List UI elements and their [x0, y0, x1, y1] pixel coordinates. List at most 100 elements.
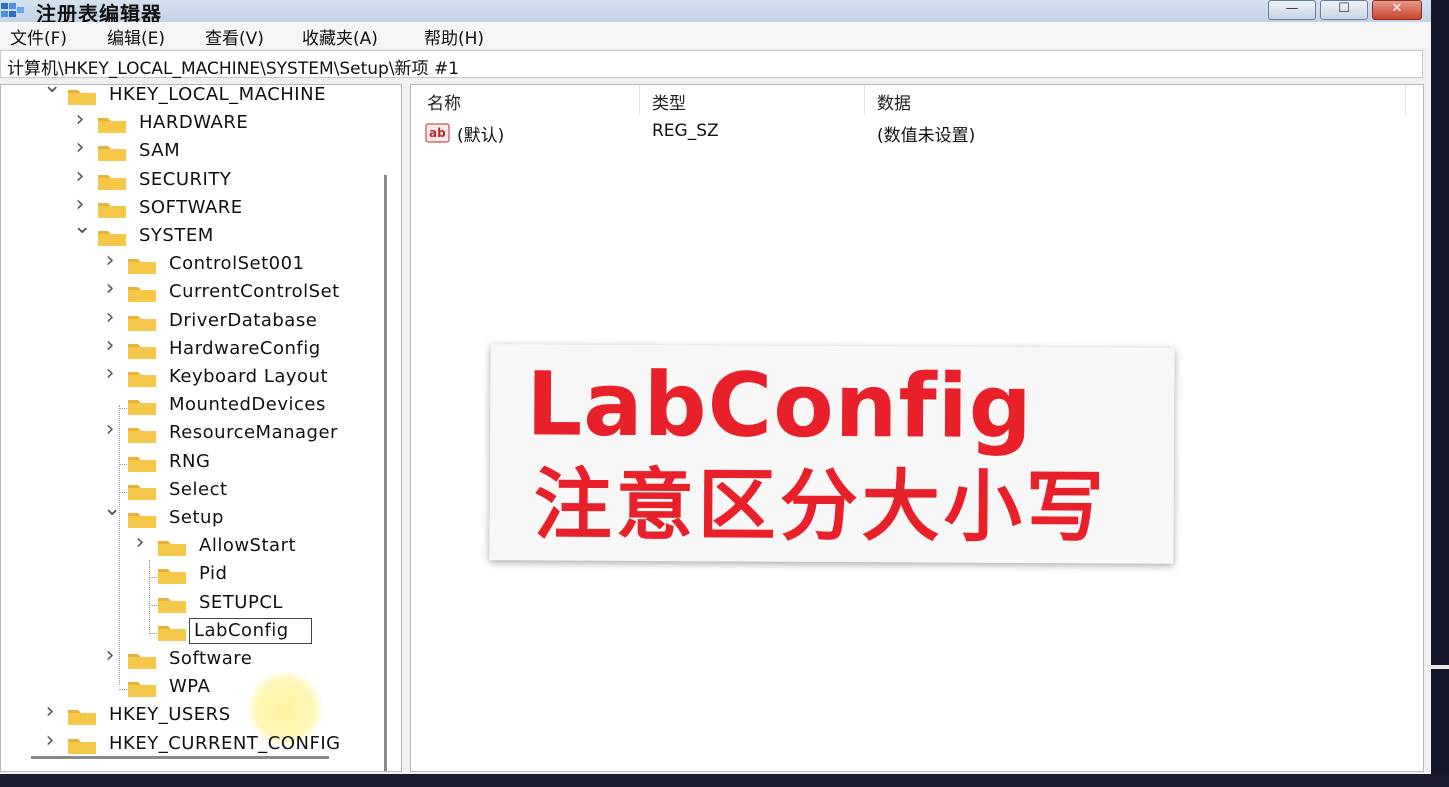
value-name[interactable]: (默认) [457, 121, 504, 146]
tree-item-keyboard-layout[interactable]: › Keyboard Layout [1, 363, 401, 391]
tree-item-label: SECURITY [139, 168, 232, 190]
tree-item-hardwareconfig[interactable]: › HardwareConfig [1, 334, 401, 363]
tree-item-label: HKEY_CURRENT_CONFIG [109, 732, 341, 754]
tree-item-driverdatabase[interactable]: › DriverDatabase [1, 306, 401, 335]
address-path[interactable]: 计算机\HKEY_LOCAL_MACHINE\SYSTEM\Setup\新项 #… [7, 54, 459, 79]
chevron-down-icon[interactable]: ⌄ [103, 498, 121, 520]
registry-app-icon [1, 3, 24, 17]
column-divider[interactable] [1405, 85, 1406, 115]
tree-item-label: ResourceManager [169, 422, 338, 444]
tree-item-currentcontrolset[interactable]: › CurrentControlSet [1, 278, 401, 306]
chevron-right-icon[interactable]: › [73, 109, 87, 131]
folder-icon [127, 341, 157, 360]
key-tree-pane[interactable]: ⌄ HKEY_LOCAL_MACHINE › HARDWARE › SAM › SECURIT… [0, 84, 402, 772]
folder-icon [127, 651, 157, 670]
caption-case-note: 注意区分大小写 [533, 460, 1108, 554]
registry-editor-window: 注册表编辑器 — ☐ ✕ 文件(F) 编辑(E) 查看(V) 收藏夹(A) 帮助… [0, 0, 1431, 776]
tree-item-hardware[interactable]: › HARDWARE [1, 109, 401, 137]
tree-item-security[interactable]: › SECURITY [1, 165, 401, 194]
menu-view[interactable]: 查看(V) [205, 24, 264, 49]
menu-help[interactable]: 帮助(H) [424, 24, 484, 49]
folder-icon [127, 369, 157, 388]
tree-item-label: WPA [169, 676, 211, 698]
chevron-right-icon[interactable]: › [103, 250, 117, 272]
folder-icon [97, 143, 127, 162]
column-divider[interactable] [864, 85, 865, 115]
tree-item-label: Pid [199, 563, 228, 585]
tree-item-label: ControlSet001 [169, 253, 305, 275]
tree-item-label: CurrentControlSet [169, 281, 340, 303]
tree-item-rng[interactable]: RNG [1, 450, 401, 476]
string-value-icon: ab [425, 123, 450, 143]
column-header-type[interactable]: 类型 [652, 89, 686, 114]
minimize-button[interactable]: — [1268, 0, 1316, 20]
tree-item-label: MountedDevices [169, 394, 326, 416]
tree-item-label: Setup [169, 507, 224, 528]
tree-item-wpa[interactable]: WPA [1, 675, 401, 701]
menu-edit[interactable]: 编辑(E) [107, 24, 165, 49]
tree-item-labconfig[interactable]: LabConfig [1, 617, 401, 645]
tree-item-controlset001[interactable]: › ControlSet001 [1, 250, 401, 278]
folder-icon [157, 538, 187, 557]
tree-item-hkey-users[interactable]: › HKEY_USERS [1, 701, 401, 729]
folder-icon [127, 510, 157, 529]
title-bar[interactable]: 注册表编辑器 — ☐ ✕ [0, 0, 1431, 26]
column-header-data[interactable]: 数据 [877, 89, 911, 114]
chevron-right-icon[interactable]: › [103, 645, 117, 667]
caption-overlay: LabConfig 注意区分大小写 [489, 344, 1175, 564]
folder-icon [97, 172, 127, 191]
tree-item-label: SYSTEM [139, 225, 214, 246]
tree-item-label: HKEY_USERS [109, 704, 231, 726]
tree-item-pid[interactable]: Pid [1, 562, 401, 588]
maximize-button[interactable]: ☐ [1320, 0, 1368, 20]
tree-item-system[interactable]: ⌄ SYSTEM [1, 216, 401, 250]
tree-item-label: DriverDatabase [169, 309, 318, 331]
tree-item-hkey-local-machine[interactable]: ⌄ HKEY_LOCAL_MACHINE [1, 85, 401, 109]
chevron-down-icon[interactable]: ⌄ [73, 216, 91, 238]
value-data: (数值未设置) [877, 126, 976, 146]
column-header-name[interactable]: 名称 [427, 89, 461, 114]
tree-item-resourcemanager[interactable]: › ResourceManager [1, 419, 401, 447]
tree-item-software[interactable]: › Software [1, 645, 401, 673]
tree-item-label: SAM [139, 140, 181, 162]
folder-icon [157, 595, 187, 614]
menu-file[interactable]: 文件(F) [10, 24, 67, 49]
folder-icon [127, 679, 157, 698]
tree-item-label: Keyboard Layout [169, 366, 329, 387]
chevron-right-icon[interactable]: › [73, 137, 87, 159]
folder-icon [127, 313, 157, 332]
chevron-right-icon[interactable]: › [103, 334, 117, 356]
chevron-right-icon[interactable]: › [73, 165, 87, 187]
rename-key-field[interactable]: LabConfig [189, 617, 312, 644]
column-divider[interactable] [639, 85, 640, 115]
tree-item-hkey-current-config[interactable]: › HKEY_CURRENT_CONFIG [1, 729, 401, 758]
chevron-right-icon[interactable]: › [73, 193, 87, 215]
chevron-down-icon[interactable]: ⌄ [43, 85, 61, 97]
tree-item-software[interactable]: › SOFTWARE [1, 193, 401, 222]
folder-icon [67, 87, 97, 106]
tree-item-setupcl[interactable]: SETUPCL [1, 591, 401, 617]
tree-item-sam[interactable]: › SAM [1, 137, 401, 165]
tree-item-setup[interactable]: ⌄ Setup [1, 498, 401, 532]
folder-icon [97, 115, 127, 134]
tree-item-select[interactable]: Select [1, 478, 401, 504]
folder-icon [97, 200, 127, 219]
tree-item-label: HardwareConfig [169, 337, 321, 359]
folder-icon [127, 284, 157, 303]
folder-icon [127, 482, 157, 501]
chevron-right-icon[interactable]: › [103, 278, 117, 300]
chevron-right-icon[interactable]: › [103, 419, 117, 441]
close-button[interactable]: ✕ [1372, 0, 1422, 20]
menu-favorites[interactable]: 收藏夹(A) [302, 24, 378, 49]
chevron-right-icon[interactable]: › [103, 306, 117, 328]
chevron-right-icon[interactable]: › [133, 532, 147, 554]
menu-bar: 文件(F) 编辑(E) 查看(V) 收藏夹(A) 帮助(H) [0, 22, 1431, 49]
tree-item-allowstart[interactable]: › AllowStart [1, 532, 401, 560]
chevron-right-icon[interactable]: › [103, 363, 117, 385]
chevron-right-icon[interactable]: › [43, 729, 57, 751]
address-bar[interactable]: 计算机\HKEY_LOCAL_MACHINE\SYSTEM\Setup\新项 #… [0, 50, 1423, 79]
tree-item-mounteddevices[interactable]: MountedDevices [1, 393, 401, 419]
chevron-right-icon[interactable]: › [43, 701, 57, 723]
desktop-edge-mark [1431, 665, 1449, 669]
folder-icon [67, 736, 97, 755]
